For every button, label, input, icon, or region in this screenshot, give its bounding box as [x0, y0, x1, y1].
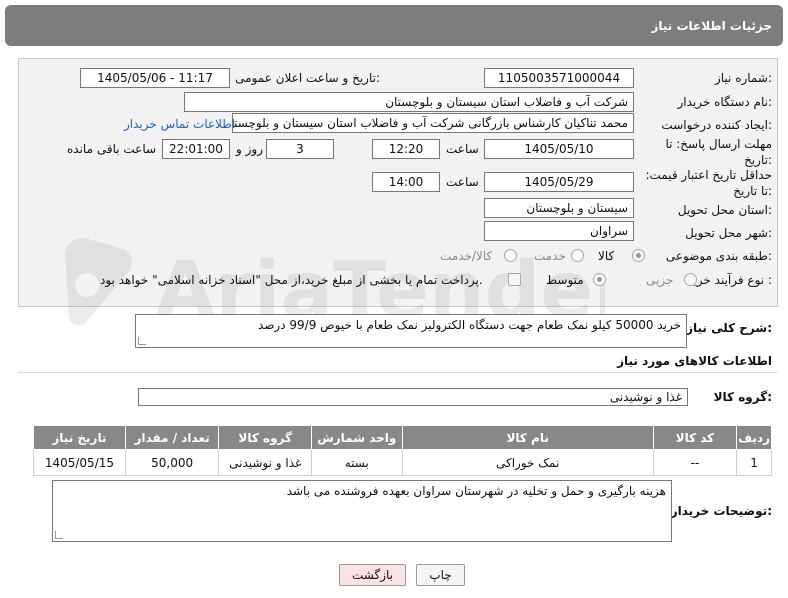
buyer-contact-link[interactable]: اطلاعات تماس خریدار	[124, 117, 235, 131]
process-option-medium: متوسط	[546, 273, 584, 287]
day-and-label: روز و	[236, 142, 263, 156]
cell-item-name: نمک خوراکی	[401, 449, 654, 476]
goods-group-field[interactable]: غذا و نوشیدنی	[138, 388, 688, 406]
price-date-field[interactable]: 1405/05/29	[484, 172, 634, 192]
buyer-org-label: نام دستگاه خریدار:	[677, 95, 773, 109]
deadline-time-field[interactable]: 12:20	[372, 139, 440, 159]
col-header-group: گروه کالا	[218, 425, 312, 450]
deadline-time-label: ساعت	[446, 142, 479, 156]
col-header-need-date: تاریخ نیاز	[33, 425, 126, 450]
delivery-city-field[interactable]: سراوان	[484, 221, 634, 241]
category-option-service: خدمت	[534, 249, 566, 263]
category-radio-goods-service[interactable]	[504, 249, 517, 262]
col-header-item-name: نام کالا	[401, 425, 654, 450]
buyer-notes-label: توضیحات خریدار:	[670, 504, 772, 518]
section-divider	[18, 372, 778, 373]
buyer-org-field[interactable]: شرکت آب و فاضلاب استان سیستان و بلوچستان	[184, 92, 634, 112]
delivery-province-field[interactable]: سیستان و بلوچستان	[484, 198, 634, 218]
deadline-label: مهلت ارسال پاسخ: تا تاریخ:	[665, 137, 772, 167]
goods-table: ردیف کد کالا نام کالا واحد شمارش گروه کا…	[33, 425, 772, 476]
category-option-goods: کالا	[598, 249, 615, 263]
price-time-label: ساعت	[446, 175, 479, 189]
remaining-time-field[interactable]: 22:01:00	[162, 139, 230, 159]
treasury-payment-checkbox[interactable]	[508, 273, 521, 286]
price-time-field[interactable]: 14:00	[372, 172, 440, 192]
process-type-label: نوع فرآیند خرید :	[687, 273, 772, 287]
resize-handle-icon[interactable]	[55, 531, 63, 539]
cell-unit: بسته	[310, 449, 403, 476]
delivery-city-label: شهر محل تحویل:	[685, 226, 772, 240]
need-number-label: شماره نیاز:	[714, 71, 772, 85]
table-row[interactable]: 1 -- نمک خوراکی بسته غذا و نوشیدنی 50,00…	[33, 449, 772, 476]
delivery-province-label: استان محل تحویل:	[677, 203, 772, 217]
general-desc-label: شرح کلی نیاز:	[686, 321, 772, 335]
cell-need-date: 1405/05/15	[33, 449, 126, 476]
col-header-quantity: تعداد / مقدار	[124, 425, 220, 450]
cell-row-number: 1	[736, 449, 772, 476]
requester-field[interactable]: محمد تناکیان کارشناس بازرگانی شرکت آب و …	[232, 113, 634, 133]
category-label: طبقه بندی موضوعی:	[665, 249, 772, 263]
process-radio-minor[interactable]	[684, 273, 697, 286]
process-option-minor: جزیی	[646, 273, 674, 287]
price-validity-label: حداقل تاریخ اعتبار قیمت: تا تاریخ:	[645, 168, 772, 198]
back-button[interactable]: بازگشت	[339, 564, 406, 586]
announce-datetime-field[interactable]: 1405/05/06 - 11:17	[80, 68, 230, 88]
resize-handle-icon[interactable]	[138, 337, 146, 345]
print-button[interactable]: چاپ	[416, 564, 465, 586]
need-number-field[interactable]: 1105003571000044	[484, 68, 634, 88]
remaining-label: ساعت باقی مانده	[67, 142, 157, 156]
table-header-row: ردیف کد کالا نام کالا واحد شمارش گروه کا…	[33, 425, 772, 450]
payment-note: پرداخت تمام یا بخشی از مبلغ خرید،از محل …	[100, 273, 483, 287]
cell-quantity: 50,000	[124, 449, 220, 476]
deadline-days-field[interactable]: 3	[266, 139, 334, 159]
buyer-notes-textarea[interactable]: هزینه بارگیری و حمل و تخلیه در شهرستان س…	[52, 480, 672, 542]
general-desc-text: خرید 50000 کیلو نمک طعام جهت دستگاه الکت…	[257, 318, 681, 332]
cell-group: غذا و نوشیدنی	[218, 449, 312, 476]
category-option-goods-service: کالا/خدمت	[440, 249, 493, 263]
col-header-item-code: کد کالا	[652, 425, 738, 450]
requester-label: ایجاد کننده درخواست:	[661, 118, 772, 132]
page-title: جزئیات اطلاعات نیاز	[651, 19, 772, 33]
category-radio-service[interactable]	[571, 249, 584, 262]
cell-item-code: --	[652, 449, 738, 476]
col-header-unit: واحد شمارش	[310, 425, 403, 450]
category-radio-goods[interactable]	[632, 249, 645, 262]
col-header-row-number: ردیف	[736, 425, 772, 450]
general-desc-textarea[interactable]: خرید 50000 کیلو نمک طعام جهت دستگاه الکت…	[135, 314, 687, 348]
goods-info-heading: اطلاعات کالاهای مورد نیاز	[617, 354, 772, 368]
announce-datetime-label: تاریخ و ساعت اعلان عمومی:	[235, 71, 380, 85]
deadline-date-field[interactable]: 1405/05/10	[484, 139, 634, 159]
goods-group-label: گروه کالا:	[713, 390, 772, 404]
buyer-notes-text: هزینه بارگیری و حمل و تخلیه در شهرستان س…	[286, 484, 666, 498]
process-radio-medium[interactable]	[593, 273, 606, 286]
